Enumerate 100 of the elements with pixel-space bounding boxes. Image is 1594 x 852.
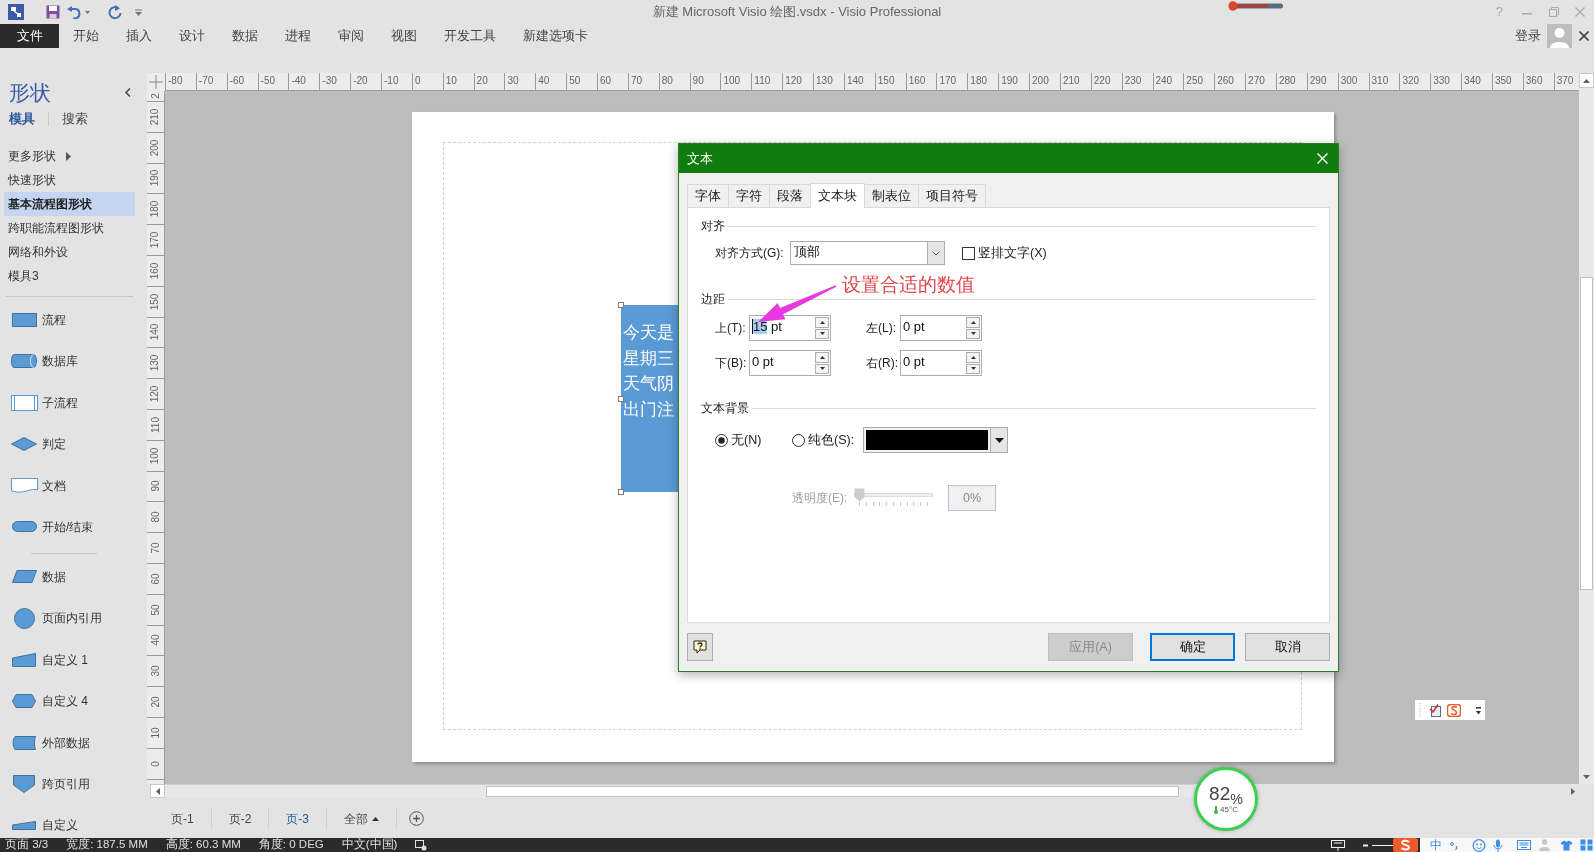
shape-item[interactable]: 文档 <box>0 473 139 498</box>
collapse-icon[interactable] <box>125 87 131 97</box>
ribbon-tab[interactable]: 数据 <box>218 24 271 48</box>
spin-down-button[interactable] <box>815 328 829 339</box>
dialog-tab[interactable]: 字体 <box>687 184 729 207</box>
microphone-icon[interactable] <box>1493 838 1503 852</box>
spin-down-button[interactable] <box>815 363 829 374</box>
dropdown-caret-icon[interactable] <box>85 10 90 14</box>
shape-item[interactable]: 自定义 <box>0 813 139 838</box>
add-page-icon[interactable] <box>409 811 424 826</box>
page-tab[interactable]: 页-3 <box>269 808 327 829</box>
resize-handle-icon[interactable] <box>618 396 624 402</box>
stencil-item[interactable]: 更多形状 <box>4 144 135 168</box>
spin-up-button[interactable] <box>815 352 829 363</box>
shape-item[interactable]: 自定义 1 <box>0 647 139 672</box>
ribbon-tab[interactable]: 开发工具 <box>430 24 509 48</box>
page-tab[interactable]: 页-2 <box>211 808 270 829</box>
system-monitor-widget[interactable]: 82$_{%}$ 45°C <box>1194 767 1258 831</box>
macro-record-icon[interactable] <box>415 839 428 851</box>
spin-up-button[interactable] <box>966 317 980 328</box>
ruler-label: 70 <box>150 542 161 554</box>
shape-item[interactable]: 页面内引用 <box>0 606 139 631</box>
radio-icon[interactable] <box>792 433 805 447</box>
scrollbar-thumb[interactable] <box>486 786 1179 797</box>
stencil-item[interactable]: 网络和外设 <box>4 240 135 264</box>
ribbon-tab[interactable]: 设计 <box>165 24 218 48</box>
stencil-item[interactable]: 跨职能流程图形状 <box>4 216 135 240</box>
margin-field[interactable]: 15 pt <box>749 315 831 341</box>
panel-tab[interactable]: 模具 <box>9 109 35 129</box>
panel-tab[interactable]: 搜索 <box>62 109 88 129</box>
ribbon-tab[interactable]: 新建选项卡 <box>509 24 601 48</box>
page-tab[interactable]: 全部 <box>327 808 397 829</box>
stencil-item[interactable]: 模具3 <box>4 264 135 288</box>
radio-icon[interactable] <box>715 433 728 447</box>
note-icon[interactable] <box>1429 703 1441 717</box>
customize-toolbar-icon[interactable] <box>135 8 142 16</box>
shape-item[interactable]: 数据库 <box>0 349 139 374</box>
shape-item[interactable]: 子流程 <box>0 390 139 415</box>
shape-item[interactable]: 自定义 4 <box>0 689 139 714</box>
punctuation-icon[interactable] <box>1450 840 1459 850</box>
shape-item[interactable]: 判定 <box>0 432 139 457</box>
shirt-icon[interactable] <box>1560 839 1573 851</box>
spin-down-button[interactable] <box>966 328 980 339</box>
dialog-button[interactable]: 确定 <box>1150 633 1235 661</box>
menu-caret-icon[interactable] <box>1476 705 1481 715</box>
ruler-label: 190 <box>1001 75 1018 86</box>
spin-down-button[interactable] <box>966 363 980 374</box>
spin-up-button[interactable] <box>815 317 829 328</box>
stencil-item[interactable]: 快速形状 <box>4 168 135 192</box>
presentation-mode-icon[interactable] <box>1331 839 1345 851</box>
margin-field[interactable]: 0 pt <box>900 315 982 341</box>
ruler-label: 330 <box>1433 75 1450 86</box>
shape-item[interactable]: 流程 <box>0 308 139 332</box>
alignment-dropdown[interactable]: 顶部 <box>790 241 945 265</box>
ribbon-tab[interactable]: 插入 <box>112 24 165 48</box>
margin-field[interactable]: 0 pt <box>749 350 831 376</box>
dialog-button[interactable]: 取消 <box>1245 633 1330 661</box>
ruler-label: 120 <box>785 75 802 86</box>
horizontal-scrollbar[interactable] <box>165 784 1194 798</box>
help-button[interactable] <box>687 633 713 661</box>
scroll-up-button[interactable] <box>1579 73 1594 88</box>
resize-handle-icon[interactable] <box>618 489 624 495</box>
input-method-logo-icon[interactable] <box>1447 703 1461 717</box>
stencil-item[interactable]: 基本流程图形状 <box>4 192 135 216</box>
ribbon-tab[interactable]: 开始 <box>59 24 112 48</box>
undo-icon[interactable] <box>67 5 82 19</box>
checkbox-icon[interactable] <box>962 246 975 260</box>
app-logo-icon[interactable] <box>8 4 24 20</box>
color-dropdown[interactable] <box>863 427 1009 453</box>
grid-icon[interactable] <box>1580 839 1593 851</box>
close-icon[interactable] <box>1579 31 1589 41</box>
ribbon-tab[interactable]: 审阅 <box>324 24 377 48</box>
file-tab[interactable]: 文件 <box>0 24 59 48</box>
save-icon[interactable] <box>46 5 60 19</box>
transparency-slider[interactable] <box>854 488 933 508</box>
ribbon-tab[interactable]: 进程 <box>271 24 324 48</box>
shape-item[interactable]: 数据 <box>0 564 139 589</box>
resize-handle-icon[interactable] <box>618 302 624 308</box>
checkbox-option[interactable]: 竖排文字(X) <box>962 243 1047 263</box>
keyboard-icon[interactable] <box>1517 840 1531 850</box>
page-tab[interactable]: 页-1 <box>154 808 212 829</box>
sign-in-link[interactable]: 登录 <box>1515 26 1541 46</box>
redo-icon[interactable] <box>108 5 122 19</box>
shape-item[interactable]: 开始/结束 <box>0 514 139 539</box>
shape-item[interactable]: 跨页引用 <box>0 771 139 796</box>
shape-item[interactable]: 外部数据 <box>0 730 139 755</box>
margin-field[interactable]: 0 pt <box>900 350 982 376</box>
spin-up-button[interactable] <box>966 352 980 363</box>
scrollbar-thumb[interactable] <box>1580 277 1593 590</box>
emoji-icon[interactable] <box>1472 838 1486 852</box>
radio-option[interactable]: 纯色(S): <box>792 430 855 450</box>
scroll-left-button[interactable] <box>150 784 165 798</box>
ribbon-tab[interactable]: 视图 <box>377 24 430 48</box>
input-method-logo-icon[interactable] <box>1393 838 1418 852</box>
window-title: 新建 Microsoft Visio 绘图.vsdx - Visio Professional <box>652 3 942 22</box>
ruler-label: -80 <box>168 75 183 86</box>
radio-option[interactable]: 无(N) <box>715 430 792 450</box>
ruler-label: -50 <box>260 75 276 86</box>
dialog-tab[interactable]: 文本块 <box>810 183 865 208</box>
dialog-tab[interactable]: 项目符号 <box>918 184 986 207</box>
